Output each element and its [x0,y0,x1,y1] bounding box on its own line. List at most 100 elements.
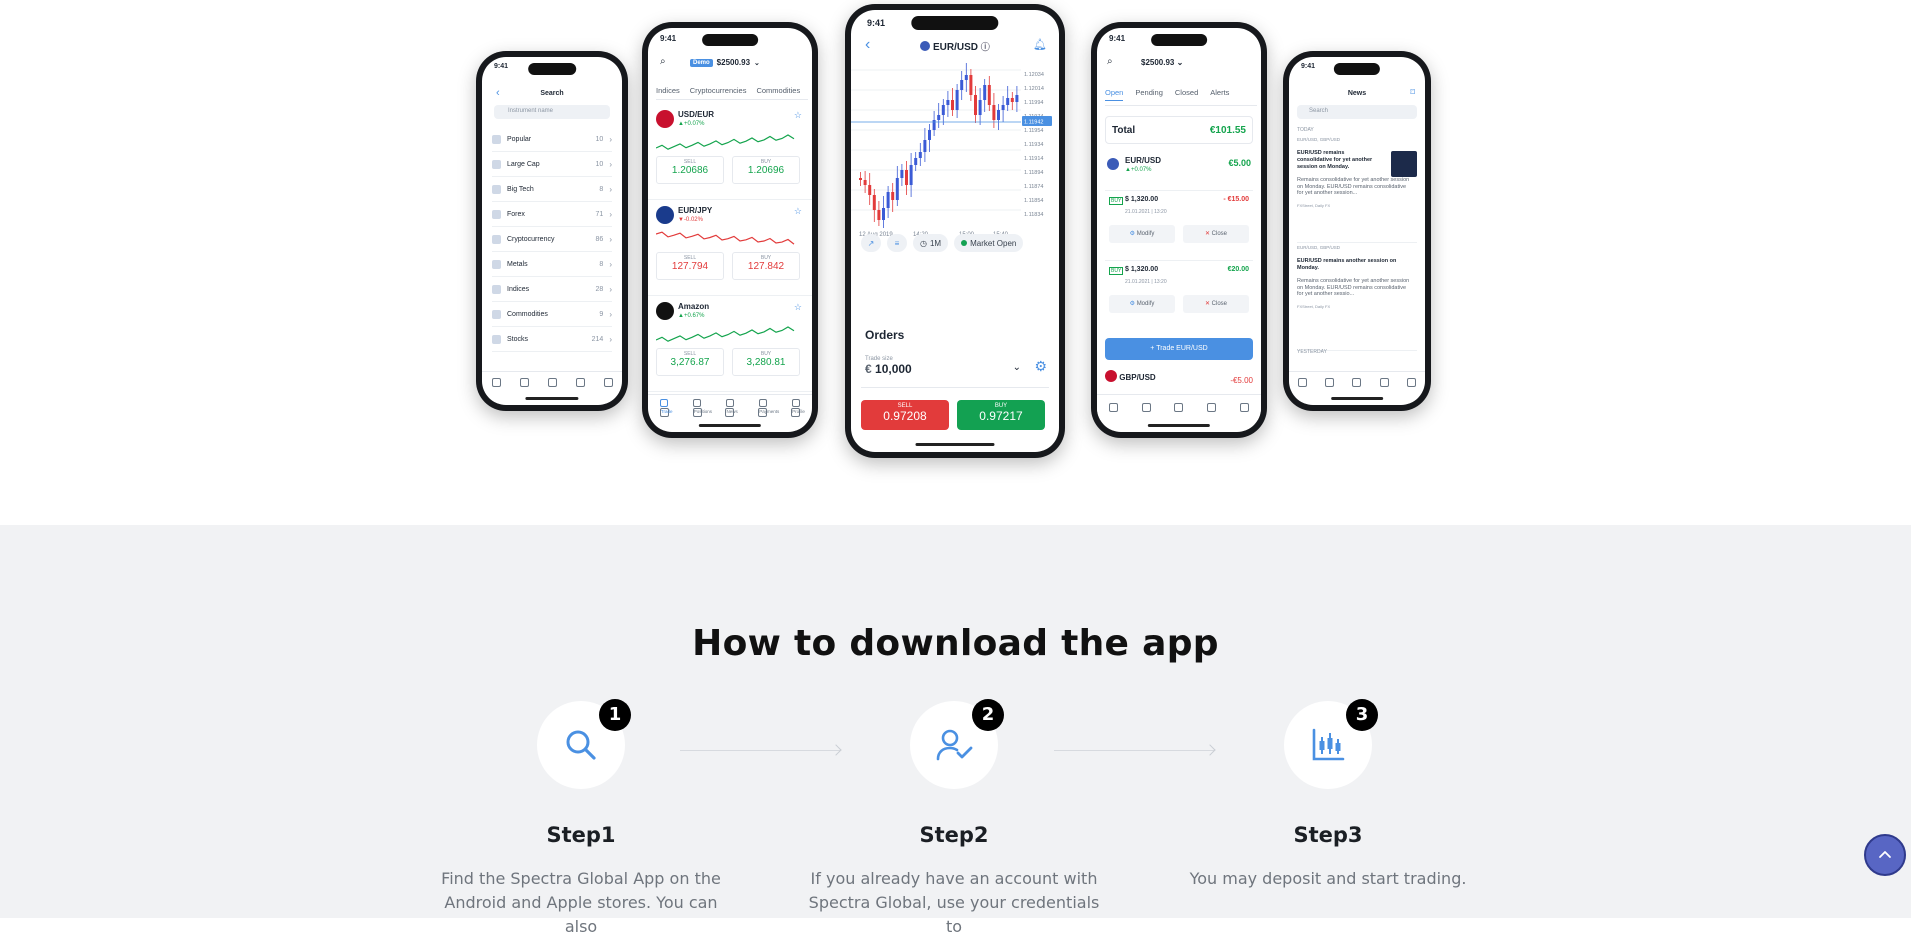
trade-size-field[interactable]: Trade size € 10,000 ⌄ ⚙ [861,356,1049,388]
trade-card[interactable]: BUY $ 1,320.00 - €15.00 21.01.2021 | 13:20 ⚙… [1105,190,1253,260]
tab-cryptocurrencies[interactable]: Cryptocurrencies [690,86,747,95]
nav-item[interactable]: Payments [758,398,779,417]
sell-button[interactable]: SELL 0.97208 [861,400,949,430]
tab-pending[interactable]: Pending [1135,88,1163,101]
category-row[interactable]: Big Tech 8 › [492,177,612,202]
step-2: 2 Step2 If you already have an account w… [804,699,1104,939]
nav-item[interactable]: Trade [659,398,672,417]
news-search-input[interactable]: Search [1297,105,1417,119]
news-thumbnail [1391,151,1417,177]
buy-quote[interactable]: BUY 127.842 [732,252,800,280]
sell-quote[interactable]: SELL 1.20686 [656,156,724,184]
news-card[interactable]: EUR/USD, GBP/USD EUR/USD remains another … [1297,245,1417,351]
instrument-card[interactable]: EUR/JPY ▼-0.02% ☆ SELL 127.794 BUY 127.842 [648,200,812,296]
candle-body [923,140,927,152]
close-button[interactable]: ✕ Close [1183,295,1249,313]
position-pair-row[interactable]: EUR/USD ▲+0.07% €5.00 [1105,154,1253,182]
dynamic-island [911,16,999,30]
tab-open[interactable]: Open [1105,88,1124,101]
status-time: 9:41 [494,63,509,70]
balance-text: $2500.93 [1141,58,1175,67]
phone-news-screen: 9:41 News ⌑ Search TODAY EUR/USD, GBP/US… [1289,57,1425,405]
category-label: Forex [507,210,525,218]
modify-button[interactable]: ⚙ Modify [1109,295,1175,313]
category-row[interactable]: Popular 10 › [492,127,612,152]
bottom-tab-bar [1289,371,1425,393]
news-title: News [1347,90,1367,97]
scroll-to-top-button[interactable] [1864,834,1906,876]
step-3-circle: 3 [1284,699,1378,789]
markets-search-icon[interactable]: ⌕ [660,56,666,67]
category-label: Large Cap [507,160,540,168]
share-icon[interactable]: ↗ [861,234,881,252]
tab-commodities[interactable]: Commodities [756,86,800,95]
nav-icon [725,398,734,407]
trade-pair-button[interactable]: + Trade EUR/USD [1105,338,1253,360]
buy-price: 127.842 [747,261,785,272]
position-pair-value: €5.00 [1228,158,1251,168]
watchlist-star-icon[interactable]: ☆ [794,206,802,217]
account-switcher[interactable]: $2500.93 ⌄ [1141,58,1183,67]
category-row[interactable]: Cryptocurrency 86 › [492,227,612,252]
category-count: 86 [595,235,604,243]
gear-icon[interactable]: ⚙ [1034,358,1047,375]
buy-button[interactable]: BUY 0.97217 [957,400,1045,430]
pair-header[interactable]: EUR/USD ⓘ [851,40,1059,53]
step-1-description: Find the Spectra Global App on the Andro… [431,867,731,939]
step-2-description: If you already have an account with Spec… [804,867,1104,939]
category-row[interactable]: Commodities 9 › [492,302,612,327]
trade-pnl: - €15.00 [1223,196,1249,203]
watchlist-star-icon[interactable]: ☆ [794,110,802,121]
bell-icon[interactable]: 🔔︎ [1033,38,1047,51]
sell-quote[interactable]: SELL 3,276.87 [656,348,724,376]
tab-indices[interactable]: Indices [656,86,680,95]
bottom-tab-bar [1097,394,1261,420]
buy-price: 3,280.81 [746,357,786,368]
current-price-label: 1.11942 [1024,120,1043,126]
candle-body [983,85,987,100]
category-row[interactable]: Large Cap 10 › [492,152,612,177]
category-count: 8 [599,260,604,268]
instrument-change: ▲+0.07% [678,121,705,127]
status-time: 9:41 [1301,63,1316,70]
instrument-search-input[interactable]: Instrument name [494,105,610,119]
nav-item[interactable]: Positions [692,398,712,417]
nav-item[interactable]: News [725,398,738,417]
second-position-row[interactable]: GBP/USD -€5.00 [1105,370,1253,385]
close-button[interactable]: ✕ Close [1183,225,1249,243]
candle-body [909,165,913,185]
candle-body [882,208,885,220]
tab-alerts[interactable]: Alerts [1210,88,1229,101]
category-row[interactable]: Metals 8 › [492,252,612,277]
positions-search-icon[interactable]: ⌕ [1107,56,1113,67]
nav-item[interactable]: Profile [791,398,805,417]
category-row[interactable]: Stocks 214 › [492,327,612,352]
nav-label: Trade [659,407,672,417]
step-3-description: You may deposit and start trading. [1178,867,1478,891]
modify-button[interactable]: ⚙ Modify [1109,225,1175,243]
account-switcher[interactable]: Demo $2500.93 ⌄ [690,58,760,67]
category-row[interactable]: Indices 28 › [492,277,612,302]
price-chart[interactable]: 1.120341.120141.119941.119741.119541.119… [851,60,1059,240]
timeframe-button[interactable]: ◷ 1M [913,234,949,252]
category-row[interactable]: Forex 71 › [492,202,612,227]
sell-quote[interactable]: SELL 127.794 [656,252,724,280]
flag-icon [920,41,931,51]
candle-body [978,100,982,115]
instrument-card[interactable]: USD/EUR ▲+0.07% ☆ SELL 1.20686 BUY 1.20696 [648,104,812,200]
position-pair: EUR/USD [1125,156,1162,165]
buy-quote[interactable]: BUY 3,280.81 [732,348,800,376]
news-card[interactable]: EUR/USD, GBP/USD EUR/USD remains consolid… [1297,137,1417,243]
candle-body [964,75,968,80]
settings-sliders-icon[interactable]: ≡ [887,234,907,252]
instrument-card[interactable]: Amazon ▲+0.67% ☆ SELL 3,276.87 BUY 3,280.81 [648,296,812,392]
bookmark-icon[interactable]: ⌑ [1410,87,1415,98]
tab-closed[interactable]: Closed [1175,88,1198,101]
home-indicator [915,443,995,446]
buy-quote[interactable]: BUY 1.20696 [732,156,800,184]
trade-card[interactable]: BUY $ 1,320.00 €20.00 21.01.2021 | 13:20 ⚙ M… [1105,260,1253,330]
watchlist-star-icon[interactable]: ☆ [794,302,802,313]
candle-body [872,195,876,210]
chevron-right-icon: › [609,259,612,269]
candle-body [1001,105,1005,110]
